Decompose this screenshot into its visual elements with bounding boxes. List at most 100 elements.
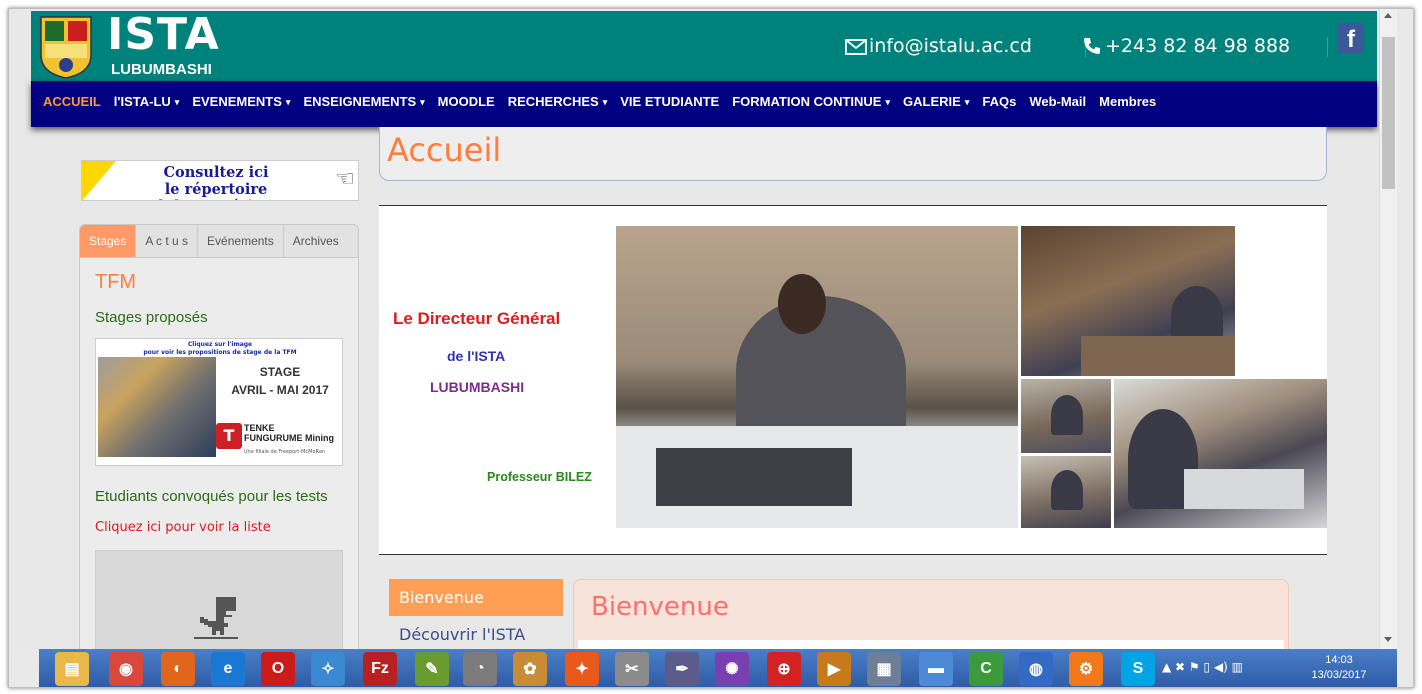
camtasia-icon[interactable]: C [969, 652, 1003, 686]
stage-caption-line-2: pour voir les propositions de stage de l… [143, 349, 297, 356]
firefox-icon[interactable]: ◐ [161, 652, 195, 686]
nav-item-enseignements[interactable]: ENSEIGNEMENTS ▾ [303, 94, 424, 109]
envelope-icon [845, 39, 867, 55]
tab-actus[interactable]: A c t u s [136, 225, 199, 257]
snipping-tool-icon[interactable]: ✂ [615, 652, 649, 686]
file-explorer-icon[interactable]: ▤ [55, 652, 89, 686]
nav-item-faqs[interactable]: FAQs [982, 94, 1016, 109]
nav-item-accueil[interactable]: ACCUEIL [43, 94, 101, 109]
tfm-heading: TFM [95, 271, 137, 293]
pdf-reader-icon[interactable]: ✦ [565, 652, 599, 686]
tab-evenements[interactable]: Evénements [198, 225, 284, 257]
taskbar-clock[interactable]: 14:03 13/03/2017 [1305, 653, 1373, 683]
contact-phone[interactable]: +243 82 84 98 888 [1105, 35, 1290, 57]
scroll-down-arrow-icon[interactable] [1384, 637, 1392, 642]
tab-bienvenue[interactable]: Bienvenue [389, 579, 563, 616]
nav-item-moodle[interactable]: MOODLE [438, 94, 495, 109]
nav-item-formation-continue[interactable]: FORMATION CONTINUE ▾ [732, 94, 890, 109]
paint-icon[interactable]: ✿ [513, 652, 547, 686]
site-header: ISTA LUBUMBASHI info@istalu.ac.cd +243 8… [31, 9, 1377, 81]
offline-image-placeholder [95, 550, 343, 649]
system-tray[interactable]: ▲ ✖ ⚑ ▯ ◀) ▥ [1162, 660, 1243, 674]
notes-icon[interactable]: ▬ [919, 652, 953, 686]
nav-item-l-ista-lu[interactable]: l'ISTA-LU ▾ [114, 94, 180, 109]
tab-stages[interactable]: Stages [80, 225, 137, 257]
chrome-icon[interactable]: ◉ [109, 652, 143, 686]
caret-down-icon: ▾ [285, 97, 291, 107]
logo-subtitle[interactable]: LUBUMBASHI [111, 61, 212, 78]
tfm-logo-subtitle: Une filiale de Freeport-McMoRan [244, 449, 326, 455]
office-photo-3 [1021, 456, 1111, 528]
stages-proposes-link[interactable]: Stages proposés [95, 309, 208, 326]
sidebar-tabs-widget: Stages A c t u s Evénements Archives TFM… [79, 224, 359, 649]
welcome-panel: Bienvenue [573, 579, 1289, 649]
tfm-logo-text: TENKE FUNGURUME Mining [244, 423, 334, 443]
clock-date: 13/03/2017 [1311, 669, 1367, 681]
nav-item-vie-etudiante[interactable]: VIE ETUDIANTE [620, 94, 719, 109]
nav-item-membres[interactable]: Membres [1099, 94, 1156, 109]
caret-down-icon: ▾ [420, 97, 425, 107]
nav-item-label: Web-Mail [1029, 94, 1087, 109]
contact-email[interactable]: info@istalu.ac.cd [869, 35, 1032, 57]
web-globe-icon[interactable]: ⊕ [767, 652, 801, 686]
office-photo-4 [1114, 379, 1327, 528]
convoques-heading: Etudiants convoqués pour les tests [95, 488, 328, 505]
nav-item-label: FAQs [982, 94, 1017, 109]
tab-decouvrir[interactable]: Découvrir l'ISTA [399, 625, 525, 644]
stage-image-caption: Cliquez sur l'image pour voir les propos… [96, 341, 342, 357]
xampp-icon[interactable]: ⚙ [1069, 652, 1103, 686]
voir-liste-link[interactable]: Cliquez ici pour voir la liste [95, 520, 271, 535]
scroll-thumb[interactable] [1382, 37, 1395, 189]
nav-item-label: EVENEMENTS [192, 94, 282, 109]
repertoire-banner[interactable]: Consultez ici le répertoire alphanumériq… [81, 160, 359, 201]
tab-archives[interactable]: Archives [283, 225, 348, 257]
banner-text: Consultez ici le répertoire alphanumériq… [96, 164, 336, 200]
media-player-icon[interactable]: ▶ [817, 652, 851, 686]
logo-title[interactable]: ISTA [107, 9, 220, 60]
nav-item-label: l'ISTA-LU [113, 94, 171, 109]
google-earth-icon[interactable]: ◍ [1019, 652, 1053, 686]
nav-item-recherches[interactable]: RECHERCHES ▾ [508, 94, 608, 109]
opera-icon[interactable]: O [261, 652, 295, 686]
nav-list: ACCUEIL l'ISTA-LU ▾ EVENEMENTS ▾ ENSEIGNEMENT… [43, 94, 1169, 109]
ista-crest-icon[interactable] [39, 15, 93, 79]
nav-item-label: GALERIE [903, 94, 961, 109]
skype-icon[interactable]: S [1121, 652, 1155, 686]
pointing-hand-icon: ☜ [335, 167, 355, 192]
scroll-up-arrow-icon[interactable] [1384, 13, 1392, 18]
nav-item-label: RECHERCHES [507, 94, 599, 109]
picasa-icon[interactable]: ✺ [715, 652, 749, 686]
calculator-icon[interactable]: ▦ [867, 652, 901, 686]
office-photo-1 [1021, 226, 1235, 376]
filezilla-icon[interactable]: Fz [363, 652, 397, 686]
clock-time: 14:03 [1325, 654, 1353, 666]
gauge-icon[interactable]: ◔ [463, 652, 497, 686]
stage-title: STAGE AVRIL - MAI 2017 [220, 363, 340, 399]
tools-icon[interactable]: ✒ [665, 652, 699, 686]
nav-item-label: MOODLE [437, 94, 495, 109]
nav-item-label: ACCUEIL [43, 94, 101, 109]
vertical-scrollbar[interactable] [1379, 9, 1397, 649]
director-main-photo [616, 226, 1018, 528]
safari-icon[interactable]: ✧ [311, 652, 345, 686]
caret-down-icon: ▾ [602, 97, 608, 107]
nav-item-label: ENSEIGNEMENTS [303, 94, 417, 109]
internet-explorer-icon[interactable]: e [211, 652, 245, 686]
tfm-logo-mark: T [216, 423, 242, 449]
notepad-plus-icon[interactable]: ✎ [415, 652, 449, 686]
phone-icon [1084, 38, 1100, 54]
nav-item-galerie[interactable]: GALERIE ▾ [903, 94, 969, 109]
nav-item-web-mail[interactable]: Web-Mail [1029, 94, 1086, 109]
facebook-icon[interactable]: f [1338, 23, 1364, 53]
stage-title-line-1: STAGE [259, 365, 301, 379]
nav-item-evenements[interactable]: EVENEMENTS ▾ [192, 94, 290, 109]
main-navbar: ACCUEIL l'ISTA-LU ▾ EVENEMENTS ▾ ENSEIGNEMENT… [31, 81, 1377, 127]
nav-item-label: FORMATION CONTINUE [732, 94, 882, 109]
banner-line-1: Consultez ici [163, 164, 269, 181]
screenshot-frame: ISTA LUBUMBASHI info@istalu.ac.cd +243 8… [8, 8, 1414, 688]
stage-announcement-image[interactable]: Cliquez sur l'image pour voir les propos… [95, 338, 343, 466]
hero-prof-name: Professeur BILEZ [487, 470, 592, 484]
hero-title: Le Directeur Général [393, 309, 561, 328]
tfm-logo-line-1: TENKE [244, 423, 275, 433]
contact-divider [1327, 37, 1328, 57]
